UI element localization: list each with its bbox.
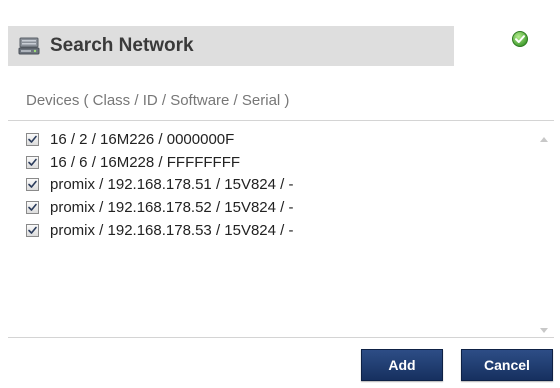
devices-list-label: Devices ( Class / ID / Software / Serial…	[26, 92, 290, 109]
device-item[interactable]: 16 / 2 / 16M226 / 0000000F	[26, 128, 294, 151]
device-item[interactable]: 16 / 6 / 16M228 / FFFFFFFF	[26, 151, 294, 174]
device-checkbox[interactable]	[26, 155, 39, 169]
scroll-down-icon[interactable]	[540, 321, 548, 333]
device-checkbox[interactable]	[26, 132, 39, 146]
devices-list[interactable]: 16 / 2 / 16M226 / 0000000F 16 / 6 / 16M22…	[8, 120, 554, 338]
add-button[interactable]: Add	[361, 349, 443, 381]
device-item[interactable]: promix / 192.168.178.53 / 15V824 / -	[26, 219, 294, 242]
device-checkbox[interactable]	[26, 223, 39, 237]
green-check-icon	[511, 30, 529, 48]
device-label: promix / 192.168.178.51 / 15V824 / -	[50, 176, 294, 194]
device-label: promix / 192.168.178.53 / 15V824 / -	[50, 221, 294, 239]
device-item[interactable]: promix / 192.168.178.52 / 15V824 / -	[26, 196, 294, 219]
device-checkbox[interactable]	[26, 178, 39, 192]
dialog-title: Search Network	[50, 35, 194, 56]
scroll-up-icon[interactable]	[540, 129, 548, 142]
dialog-header: Search Network	[8, 26, 454, 66]
cancel-button[interactable]: Cancel	[461, 349, 553, 381]
device-item[interactable]: promix / 192.168.178.51 / 15V824 / -	[26, 173, 294, 196]
devices-items: 16 / 2 / 16M226 / 0000000F 16 / 6 / 16M22…	[26, 128, 294, 241]
scrollbar[interactable]	[534, 121, 554, 337]
device-label: 16 / 2 / 16M226 / 0000000F	[50, 130, 235, 148]
device-label: 16 / 6 / 16M228 / FFFFFFFF	[50, 153, 241, 171]
network-drive-icon	[18, 36, 40, 56]
device-checkbox[interactable]	[26, 200, 39, 214]
device-label: promix / 192.168.178.52 / 15V824 / -	[50, 198, 294, 216]
